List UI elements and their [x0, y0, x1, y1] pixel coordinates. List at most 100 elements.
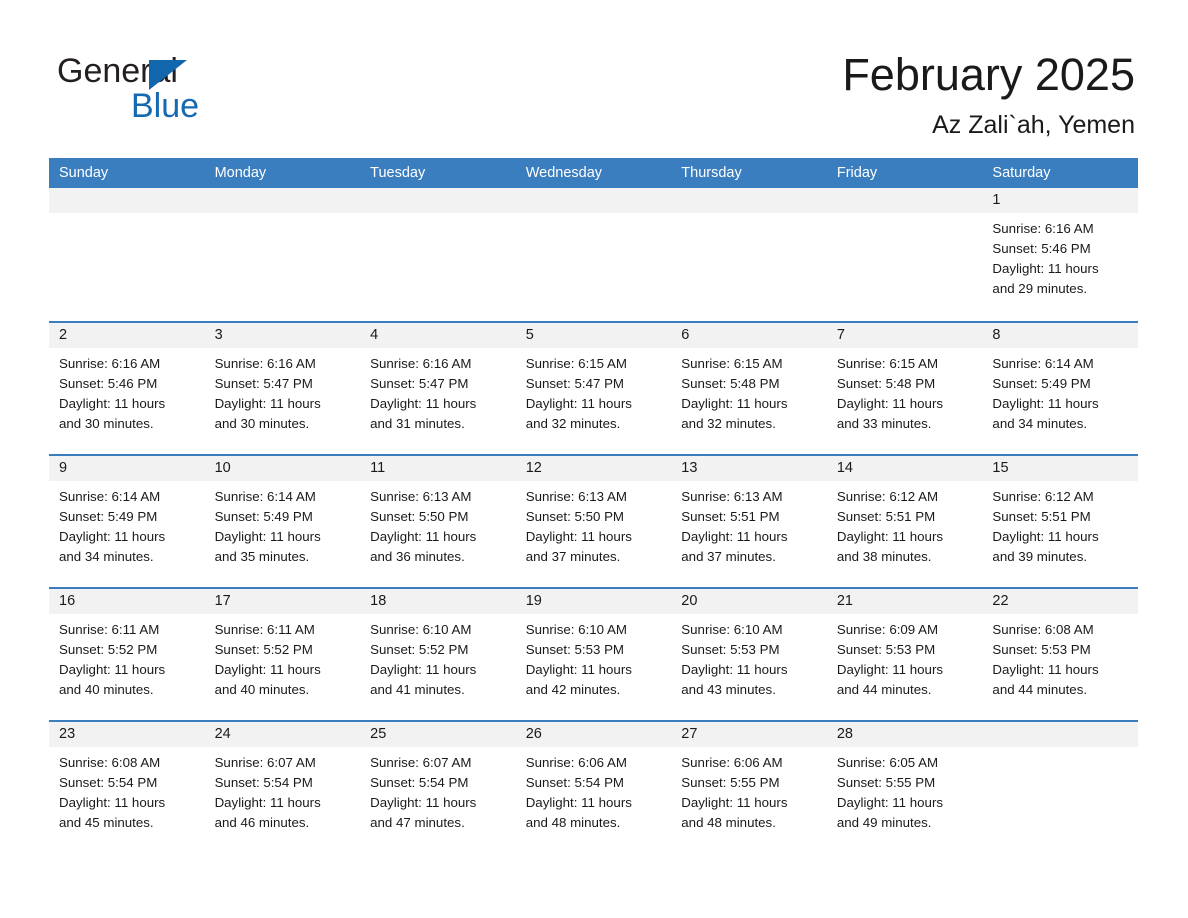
- day-cell[interactable]: 6 Sunrise: 6:15 AM Sunset: 5:48 PM Daylight…: [671, 323, 827, 454]
- day-info: Sunrise: 6:09 AM Sunset: 5:53 PM Daylight:…: [827, 614, 983, 700]
- title-block: February 2025 Az Zali`ah, Yemen: [842, 48, 1135, 142]
- day-cell-empty: [515, 188, 672, 321]
- day-cell[interactable]: 8 Sunrise: 6:14 AM Sunset: 5:49 PM Daylight…: [982, 323, 1138, 454]
- day-cell[interactable]: 23 Sunrise: 6:08 AM Sunset: 5:54 PM Dayligh…: [49, 722, 205, 853]
- calendar-week-row: 2 Sunrise: 6:16 AM Sunset: 5:46 PM Daylight…: [49, 321, 1138, 454]
- day-cell[interactable]: 16 Sunrise: 6:11 AM Sunset: 5:52 PM Dayligh…: [49, 589, 205, 720]
- page-title: February 2025: [842, 49, 1135, 100]
- day-number: 27: [671, 722, 827, 747]
- day-cell[interactable]: 24 Sunrise: 6:07 AM Sunset: 5:54 PM Dayligh…: [204, 722, 361, 853]
- sunset-text: Sunset: 5:53 PM: [681, 642, 780, 657]
- day-info: Sunrise: 6:16 AM Sunset: 5:46 PM Daylight:…: [49, 348, 205, 434]
- sunset-text: Sunset: 5:53 PM: [525, 642, 625, 657]
- daylight-text-line1: Daylight: 11 hours: [214, 662, 321, 677]
- daylight-text-line1: Daylight: 11 hours: [525, 529, 632, 544]
- day-cell[interactable]: 7 Sunrise: 6:15 AM Sunset: 5:48 PM Daylight…: [826, 323, 983, 454]
- day-info: Sunrise: 6:14 AM Sunset: 5:49 PM Daylight:…: [49, 481, 205, 567]
- day-cell[interactable]: 4 Sunrise: 6:16 AM Sunset: 5:47 PM Daylight…: [360, 323, 516, 454]
- day-number: 11: [360, 456, 516, 481]
- day-cell[interactable]: 13 Sunrise: 6:13 AM Sunset: 5:51 PM Dayligh…: [671, 456, 827, 587]
- daylight-text-line2: and 30 minutes.: [59, 416, 154, 431]
- sunrise-text: Sunrise: 6:11 AM: [59, 622, 160, 637]
- day-number: [360, 188, 516, 213]
- calendar-weeks: 1 Sunrise: 6:16 AM Sunset: 5:46 PM Daylight…: [49, 188, 1138, 853]
- day-info: Sunrise: 6:13 AM Sunset: 5:50 PM Daylight:…: [516, 481, 672, 567]
- sunrise-text: Sunrise: 6:15 AM: [681, 356, 783, 371]
- sunset-text: Sunset: 5:47 PM: [370, 376, 469, 391]
- daylight-text-line1: Daylight: 11 hours: [681, 396, 788, 411]
- calendar-week-row: 9 Sunrise: 6:14 AM Sunset: 5:49 PM Daylight…: [49, 454, 1138, 587]
- generalblue-logo[interactable]: General Blue: [57, 52, 317, 130]
- day-info: Sunrise: 6:15 AM Sunset: 5:48 PM Daylight:…: [671, 348, 827, 434]
- sunset-text: Sunset: 5:55 PM: [681, 775, 780, 790]
- daylight-text-line2: and 48 minutes.: [525, 815, 621, 830]
- day-number: 13: [671, 456, 827, 481]
- day-cell[interactable]: 27 Sunrise: 6:06 AM Sunset: 5:55 PM Dayligh…: [671, 722, 827, 853]
- daylight-text-line1: Daylight: 11 hours: [59, 529, 166, 544]
- day-number: 28: [826, 722, 983, 747]
- day-cell[interactable]: 19 Sunrise: 6:10 AM Sunset: 5:53 PM Dayligh…: [515, 589, 672, 720]
- day-cell[interactable]: 9 Sunrise: 6:14 AM Sunset: 5:49 PM Daylight…: [49, 456, 205, 587]
- day-info: Sunrise: 6:07 AM Sunset: 5:54 PM Daylight:…: [360, 747, 516, 833]
- day-number: 10: [204, 456, 361, 481]
- sunset-text: Sunset: 5:48 PM: [681, 376, 780, 391]
- day-cell[interactable]: 21 Sunrise: 6:09 AM Sunset: 5:53 PM Dayligh…: [826, 589, 983, 720]
- calendar-week-row: 23 Sunrise: 6:08 AM Sunset: 5:54 PM Dayligh…: [49, 720, 1138, 853]
- weekday-header-wednesday: Wednesday: [525, 165, 603, 181]
- day-cell[interactable]: 15 Sunrise: 6:12 AM Sunset: 5:51 PM Dayligh…: [982, 456, 1138, 587]
- calendar-page: General Blue February 2025 Az Zali`ah, Y…: [0, 0, 1188, 918]
- day-cell-empty: [204, 188, 361, 321]
- sunset-text: Sunset: 5:49 PM: [59, 509, 158, 524]
- day-cell[interactable]: 28 Sunrise: 6:05 AM Sunset: 5:55 PM Dayligh…: [826, 722, 983, 853]
- sunset-text: Sunset: 5:51 PM: [992, 509, 1091, 524]
- sunset-text: Sunset: 5:55 PM: [836, 775, 936, 790]
- day-info: Sunrise: 6:11 AM Sunset: 5:52 PM Daylight:…: [205, 614, 361, 700]
- daylight-text-line1: Daylight: 11 hours: [681, 795, 788, 810]
- day-cell-empty: [49, 188, 205, 321]
- sunrise-text: Sunrise: 6:15 AM: [525, 356, 627, 371]
- daylight-text-line2: and 46 minutes.: [214, 815, 310, 830]
- day-cell[interactable]: 2 Sunrise: 6:16 AM Sunset: 5:46 PM Daylight…: [49, 323, 205, 454]
- day-info: Sunrise: 6:15 AM Sunset: 5:47 PM Daylight:…: [516, 348, 672, 434]
- sunset-text: Sunset: 5:50 PM: [525, 509, 625, 524]
- sunset-text: Sunset: 5:51 PM: [836, 509, 936, 524]
- day-info: Sunrise: 6:10 AM Sunset: 5:52 PM Daylight:…: [360, 614, 516, 700]
- day-info: Sunrise: 6:15 AM Sunset: 5:48 PM Daylight:…: [827, 348, 983, 434]
- day-cell[interactable]: 22 Sunrise: 6:08 AM Sunset: 5:53 PM Dayligh…: [982, 589, 1138, 720]
- sunrise-text: Sunrise: 6:16 AM: [992, 221, 1094, 236]
- sunset-text: Sunset: 5:51 PM: [681, 509, 780, 524]
- daylight-text-line1: Daylight: 11 hours: [370, 795, 477, 810]
- day-cell[interactable]: 26 Sunrise: 6:06 AM Sunset: 5:54 PM Dayligh…: [515, 722, 672, 853]
- day-cell[interactable]: 11 Sunrise: 6:13 AM Sunset: 5:50 PM Dayligh…: [360, 456, 516, 587]
- day-cell[interactable]: 14 Sunrise: 6:12 AM Sunset: 5:51 PM Dayligh…: [826, 456, 983, 587]
- daylight-text-line2: and 42 minutes.: [525, 682, 621, 697]
- day-cell[interactable]: 10 Sunrise: 6:14 AM Sunset: 5:49 PM Dayligh…: [204, 456, 361, 587]
- day-info: Sunrise: 6:07 AM Sunset: 5:54 PM Daylight:…: [205, 747, 361, 833]
- day-info: Sunrise: 6:16 AM Sunset: 5:47 PM Daylight:…: [205, 348, 361, 434]
- day-cell[interactable]: 18 Sunrise: 6:10 AM Sunset: 5:52 PM Dayligh…: [360, 589, 516, 720]
- daylight-text-line2: and 45 minutes.: [59, 815, 154, 830]
- daylight-text-line2: and 37 minutes.: [525, 549, 621, 564]
- sunrise-text: Sunrise: 6:10 AM: [525, 622, 627, 637]
- day-cell[interactable]: 17 Sunrise: 6:11 AM Sunset: 5:52 PM Dayligh…: [204, 589, 361, 720]
- day-cell[interactable]: 5 Sunrise: 6:15 AM Sunset: 5:47 PM Daylight…: [515, 323, 672, 454]
- sunset-text: Sunset: 5:52 PM: [370, 642, 469, 657]
- day-cell[interactable]: 25 Sunrise: 6:07 AM Sunset: 5:54 PM Dayligh…: [360, 722, 516, 853]
- day-number: 24: [204, 722, 361, 747]
- day-cell[interactable]: 12 Sunrise: 6:13 AM Sunset: 5:50 PM Dayligh…: [515, 456, 672, 587]
- day-number: 21: [826, 589, 983, 614]
- day-info: Sunrise: 6:12 AM Sunset: 5:51 PM Daylight:…: [982, 481, 1138, 567]
- day-cell[interactable]: 3 Sunrise: 6:16 AM Sunset: 5:47 PM Daylight…: [204, 323, 361, 454]
- day-number: [671, 188, 827, 213]
- day-info: Sunrise: 6:12 AM Sunset: 5:51 PM Daylight:…: [827, 481, 983, 567]
- daylight-text-line2: and 37 minutes.: [681, 549, 776, 564]
- day-info: Sunrise: 6:16 AM Sunset: 5:46 PM Daylight:…: [982, 213, 1138, 299]
- day-info: Sunrise: 6:08 AM Sunset: 5:54 PM Daylight:…: [49, 747, 205, 833]
- weekday-header-tuesday: Tuesday: [370, 165, 426, 181]
- day-cell[interactable]: 1 Sunrise: 6:16 AM Sunset: 5:46 PM Daylight…: [982, 188, 1138, 321]
- daylight-text-line2: and 29 minutes.: [992, 281, 1088, 296]
- daylight-text-line1: Daylight: 11 hours: [59, 662, 166, 677]
- triangle-icon: [149, 60, 187, 90]
- day-number: 16: [49, 589, 205, 614]
- day-cell[interactable]: 20 Sunrise: 6:10 AM Sunset: 5:53 PM Dayligh…: [671, 589, 827, 720]
